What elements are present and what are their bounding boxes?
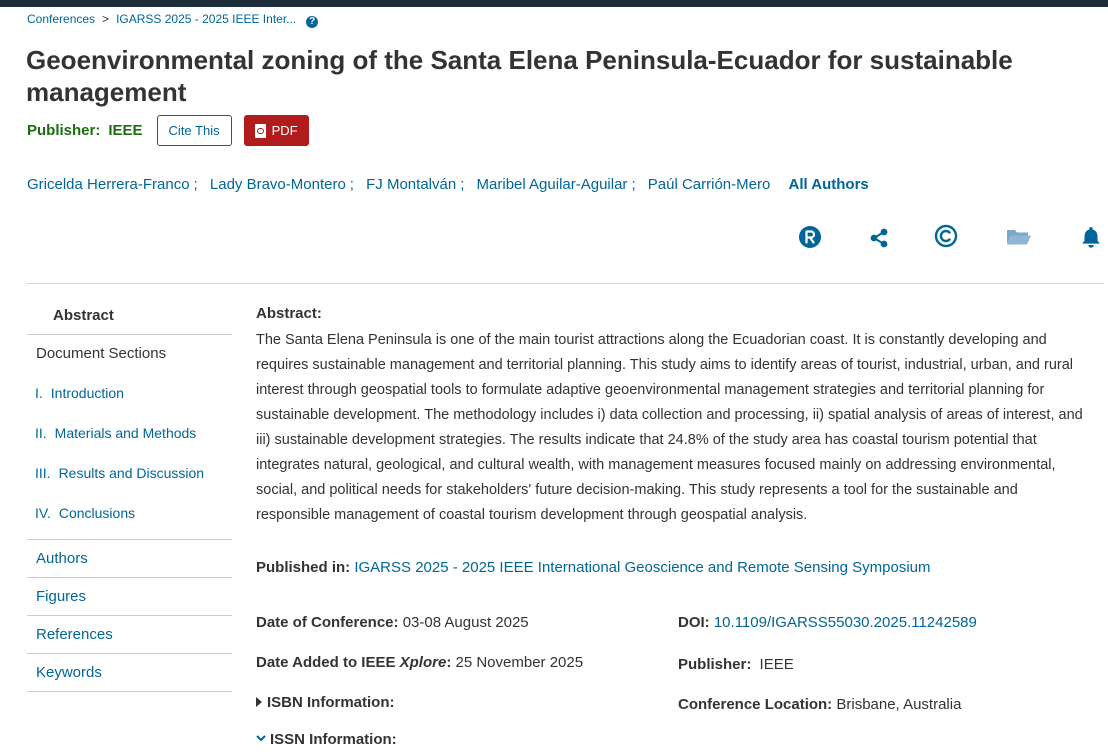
isbn-information-toggle[interactable]: ISBN Information: (256, 694, 395, 711)
date-added-label: Date Added to IEEE Xplore: (256, 654, 451, 671)
abstract-label: Abstract: (256, 305, 322, 322)
sidebar-section-introduction[interactable]: I. Introduction (27, 373, 232, 413)
section-number: IV. (35, 505, 51, 521)
doi-link[interactable]: 10.1109/IGARSS55030.2025.11242589 (714, 614, 977, 631)
conference-location-value: Brisbane, Australia (836, 696, 962, 713)
date-added-value: 25 November 2025 (455, 654, 584, 671)
date-added: Date Added to IEEE Xplore: 25 November 2… (256, 654, 583, 671)
cite-this-label: Cite This (168, 123, 220, 138)
date-of-conference-value: 03-08 August 2025 (402, 614, 529, 631)
top-bar (0, 0, 1108, 7)
section-label: Results and Discussion (58, 465, 205, 481)
document-sidebar: Abstract Document Sections I. Introductio… (27, 296, 232, 692)
published-in-label: Published in: (256, 559, 351, 576)
chevron-down-icon (256, 735, 266, 742)
pdf-icon (254, 123, 266, 138)
sidebar-item-authors[interactable]: Authors (27, 540, 232, 578)
section-number: III. (35, 465, 51, 481)
abstract-section: Abstract: The Santa Elena Peninsula is o… (256, 306, 1092, 528)
date-of-conference-label: Date of Conference: (256, 614, 399, 631)
section-number: I. (35, 385, 43, 401)
conference-location-label: Conference Location: (678, 696, 833, 713)
publisher-label: Publisher: (27, 122, 101, 139)
date-added-label-suffix: : (446, 654, 452, 671)
section-label: Materials and Methods (54, 425, 197, 441)
sidebar-item-figures[interactable]: Figures (27, 578, 232, 616)
sidebar-item-keywords[interactable]: Keywords (27, 654, 232, 692)
bell-icon[interactable] (1078, 224, 1104, 250)
publisher-name: IEEE (108, 122, 143, 139)
folder-icon[interactable] (1006, 224, 1032, 250)
author-separator: ; (460, 176, 465, 193)
sidebar-section-conclusions[interactable]: IV. Conclusions (27, 493, 232, 533)
publisher-meta-label: Publisher: (678, 656, 752, 673)
issn-label: ISSN Information: (270, 731, 397, 748)
document-sections-heading: Document Sections (36, 345, 167, 362)
all-authors-link[interactable]: All Authors (789, 176, 869, 193)
section-number: II. (35, 425, 47, 441)
author-link[interactable]: FJ Montalván (366, 176, 456, 193)
share-icon[interactable] (866, 224, 892, 250)
date-of-conference: Date of Conference: 03-08 August 2025 (256, 614, 529, 631)
author-link[interactable]: Lady Bravo-Montero (210, 176, 346, 193)
abstract-text: The Santa Elena Peninsula is one of the … (256, 332, 1083, 523)
article-title: Geoenvironmental zoning of the Santa Ele… (26, 45, 1013, 107)
section-label: Introduction (50, 385, 124, 401)
sidebar-item-abstract[interactable]: Abstract (27, 296, 232, 335)
pdf-label: PDF (271, 123, 298, 138)
issn-information-toggle[interactable]: ISSN Information: (256, 731, 397, 748)
author-separator: ; (631, 176, 636, 193)
breadcrumb-separator: > (102, 12, 110, 26)
breadcrumb: Conferences > IGARSS 2025 - 2025 IEEE Inte… (27, 12, 319, 28)
doi-label: DOI: (678, 614, 710, 631)
sidebar-divider (27, 533, 232, 540)
section-label: Conclusions (58, 505, 136, 521)
breadcrumb-conference[interactable]: IGARSS 2025 - 2025 IEEE Inter... (116, 12, 296, 26)
date-added-label-prefix: Date Added to IEEE (256, 654, 396, 671)
publisher-meta: Publisher: IEEE (678, 656, 794, 673)
author-link[interactable]: Gricelda Herrera-Franco (27, 176, 190, 193)
sidebar-section-materials-and-methods[interactable]: II. Materials and Methods (27, 413, 232, 453)
sidebar-section-results-and-discussion[interactable]: III. Results and Discussion (27, 453, 232, 493)
header-divider (26, 283, 1104, 284)
author-link[interactable]: Maribel Aguilar-Aguilar (477, 176, 628, 193)
published-in: Published in: IGARSS 2025 - 2025 IEEE In… (256, 559, 931, 576)
author-link[interactable]: Paúl Carrión-Mero (648, 176, 771, 193)
isbn-label: ISBN Information: (267, 694, 395, 711)
conference-location: Conference Location: Brisbane, Australia (678, 696, 961, 713)
help-icon[interactable]: ? (306, 16, 319, 28)
publisher-row: Publisher: IEEE Cite This PDF (27, 115, 309, 146)
caret-right-icon (256, 697, 262, 707)
pdf-button[interactable]: PDF (243, 115, 309, 146)
action-icon-bar (0, 224, 1108, 250)
author-separator: ; (349, 176, 354, 193)
author-list: Gricelda Herrera-Franco; Lady Bravo-Mont… (27, 176, 869, 193)
published-in-link[interactable]: IGARSS 2025 - 2025 IEEE International Ge… (354, 559, 930, 576)
date-added-label-italic: Xplore (399, 654, 447, 671)
publisher-meta-value: IEEE (759, 656, 794, 673)
doi: DOI: 10.1109/IGARSS55030.2025.11242589 (678, 614, 977, 631)
author-separator: ; (193, 176, 198, 193)
rights-r-icon[interactable] (797, 224, 823, 250)
copyright-icon[interactable] (933, 224, 959, 250)
cite-this-button[interactable]: Cite This (156, 115, 232, 146)
sidebar-item-references[interactable]: References (27, 616, 232, 654)
breadcrumb-conferences[interactable]: Conferences (27, 12, 95, 26)
